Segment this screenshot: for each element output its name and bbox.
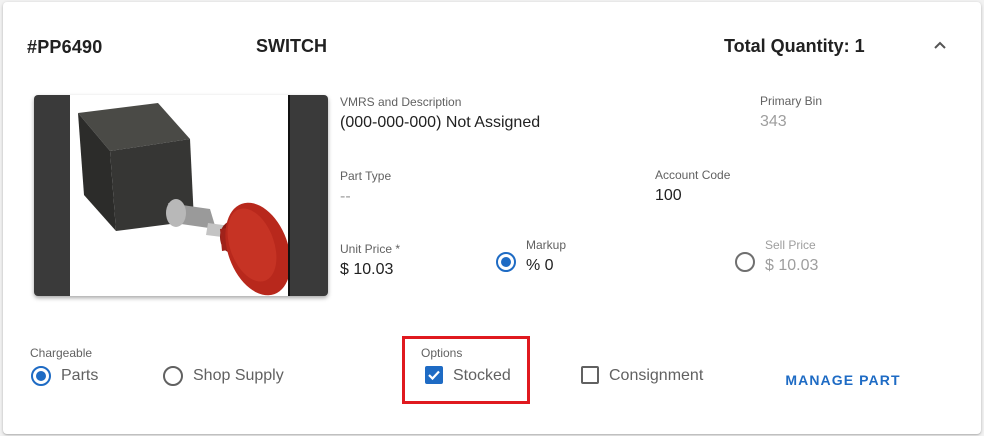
unit-price-label: Unit Price * bbox=[340, 242, 401, 256]
vmrs-label: VMRS and Description bbox=[340, 95, 462, 109]
part-number: #PP6490 bbox=[27, 37, 103, 57]
consignment-label[interactable]: Consignment bbox=[609, 367, 703, 385]
chevron-up-icon bbox=[934, 41, 946, 49]
part-image bbox=[34, 95, 328, 296]
markup-radio[interactable] bbox=[496, 252, 516, 272]
highlight-box bbox=[402, 336, 530, 404]
part-card: #PP6490 SWITCH Total Quantity: 1 VMRS an… bbox=[3, 2, 981, 434]
chargeable-parts-radio[interactable] bbox=[31, 366, 51, 386]
sell-price-value: $ 10.03 bbox=[765, 257, 819, 274]
primary-bin-value: 343 bbox=[760, 113, 787, 130]
collapse-button[interactable] bbox=[929, 34, 951, 56]
part-photo bbox=[70, 95, 291, 296]
consignment-checkbox[interactable] bbox=[581, 366, 599, 384]
part-name: SWITCH bbox=[256, 36, 327, 56]
chargeable-parts-label[interactable]: Parts bbox=[61, 367, 98, 385]
sell-price-radio[interactable] bbox=[735, 252, 755, 272]
markup-label: Markup bbox=[526, 238, 567, 252]
manage-part-button[interactable]: MANAGE PART bbox=[781, 363, 905, 397]
sell-price-label: Sell Price bbox=[765, 238, 816, 252]
primary-bin-label: Primary Bin bbox=[760, 94, 823, 108]
image-border bbox=[288, 95, 290, 296]
part-type-value[interactable]: -- bbox=[340, 188, 351, 206]
markup-value[interactable]: % 0 bbox=[526, 257, 554, 275]
chargeable-shop-supply-label[interactable]: Shop Supply bbox=[193, 367, 284, 385]
total-quantity: Total Quantity: 1 bbox=[724, 36, 865, 56]
switch-image bbox=[78, 103, 291, 296]
chargeable-shop-supply-radio[interactable] bbox=[163, 366, 183, 386]
account-code-label: Account Code bbox=[655, 168, 731, 182]
chargeable-label: Chargeable bbox=[30, 346, 93, 360]
vmrs-value[interactable]: (000-000-000) Not Assigned bbox=[340, 114, 540, 132]
part-type-label: Part Type bbox=[340, 169, 392, 183]
account-code-value[interactable]: 100 bbox=[655, 187, 682, 205]
unit-price-value[interactable]: $ 10.03 bbox=[340, 261, 393, 279]
